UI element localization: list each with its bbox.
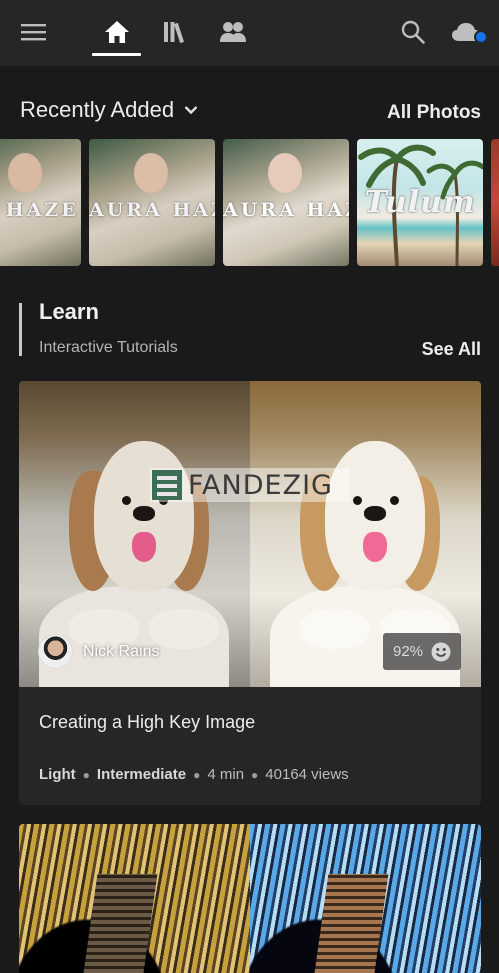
learn-title: Learn [39,299,99,324]
search-icon [401,20,425,44]
tutorial-level: Intermediate [96,766,187,783]
thumbnail-caption: Tulum [364,185,476,220]
photo-thumbnail[interactable]: AURA HAZE [223,139,349,266]
thumbnail-caption: A HAZE [0,199,79,221]
after-image [250,824,481,973]
recently-added-title: Recently Added [20,97,175,122]
dog-tongue [132,532,156,562]
dog-eye [353,496,362,505]
watermark-logo-icon [152,470,182,500]
see-all-link[interactable]: See All [422,339,481,360]
tutorial-meta: Light ● Intermediate ● 4 min ● 40164 vie… [39,766,349,783]
tutorial-views: 40164 views [265,766,349,783]
hamburger-menu-icon[interactable] [16,14,52,50]
photo-thumbnail[interactable]: A HAZE [0,139,81,266]
thumbnail-caption: AURA HAZE [223,199,349,221]
separator-dot: ● [193,767,201,782]
tutorial-card[interactable] [19,824,481,973]
portrait-face [134,153,168,193]
thumbnail-caption: AURA HAZE [89,199,215,221]
building-graphic [311,874,389,973]
rating-percent: 92% [392,643,424,660]
building-graphic [80,874,158,973]
rating-badge: 92% [383,633,461,670]
tab-community[interactable] [215,14,251,50]
watermark: FANDEZIG [150,468,350,502]
dog-eye [122,496,131,505]
dog-eye [390,496,399,505]
dog-paw [300,609,370,649]
photo-thumbnail[interactable]: AURA HAZE [89,139,215,266]
search-button[interactable] [395,14,431,50]
dog-paw [149,609,219,649]
cloud-status-dot [474,30,488,44]
avatar[interactable] [38,634,73,669]
chevron-down-icon [184,106,198,115]
active-tab-indicator [92,53,141,56]
dog-nose [364,506,386,521]
dog-nose [133,506,155,521]
all-photos-link[interactable]: All Photos [387,102,481,124]
separator-dot: ● [251,767,259,782]
portrait-face [268,153,302,193]
tutorial-card[interactable]: FANDEZIG Nick Rains 92% Creating a High … [19,381,481,805]
watermark-text: FANDEZIG [188,469,333,501]
home-icon [105,21,129,43]
learn-section-accent [19,303,22,356]
dog-tongue [363,532,387,562]
top-nav-bar [0,0,499,66]
library-icon [164,22,184,44]
before-image [19,824,250,973]
photo-thumbnail[interactable] [491,139,499,266]
photo-thumbnail[interactable]: Tulum [357,139,483,266]
learn-subtitle: Interactive Tutorials [39,339,178,356]
smiley-icon [431,642,451,661]
tutorial-category: Light [39,766,76,783]
author-name: Nick Rains [83,642,160,660]
tutorial-title[interactable]: Creating a High Key Image [39,712,255,733]
portrait-face [8,153,42,193]
recently-added-dropdown[interactable]: Recently Added [20,97,198,123]
tutorial-author[interactable]: Nick Rains [38,634,159,669]
separator-dot: ● [82,767,90,782]
tab-library[interactable] [157,14,193,50]
tab-home[interactable] [99,14,135,50]
recent-photos-strip[interactable]: A HAZE AURA HAZE AURA HAZE Tulum [0,139,499,266]
tutorial-duration: 4 min [207,766,245,783]
people-icon [220,22,246,42]
